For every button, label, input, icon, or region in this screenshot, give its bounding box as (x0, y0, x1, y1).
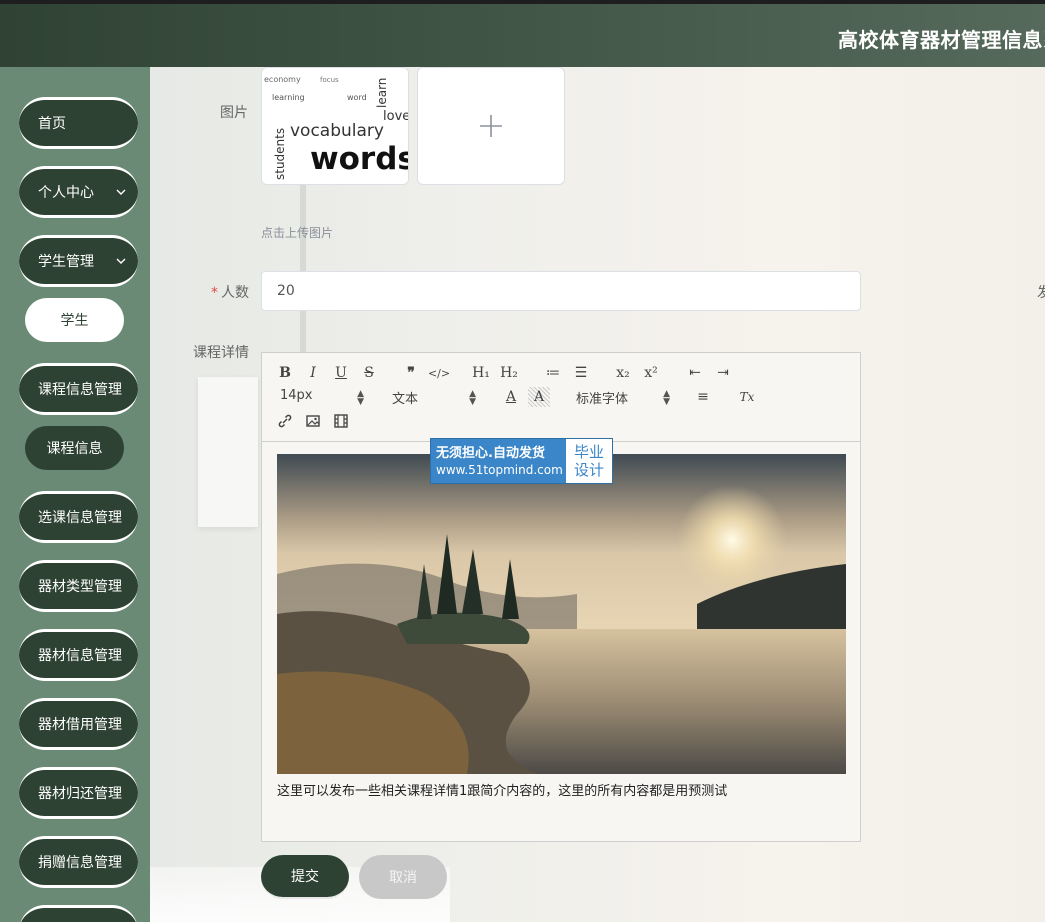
sidebar-item-course-selection[interactable]: 选课信息管理 (19, 491, 138, 543)
word-cloud-word: students (273, 128, 287, 180)
italic-button[interactable]: I (302, 363, 324, 383)
code-block-button[interactable]: </> (428, 363, 450, 383)
sidebar-item-personal-center[interactable]: 个人中心 (19, 166, 138, 218)
required-asterisk: * (211, 285, 218, 301)
sidebar-subitem-student[interactable]: 学生 (25, 298, 124, 342)
blockquote-button[interactable]: ❞ (400, 363, 422, 383)
background-lamp-shade (198, 377, 258, 527)
system-title: 高校体育器材管理信息系 (838, 28, 1045, 52)
watermark-badge-top: 毕业 (573, 443, 604, 461)
underline-button[interactable]: U (330, 363, 352, 383)
sidebar-item-label: 个人中心 (38, 185, 94, 201)
rich-text-editor: B I U S ❞ </> H₁ H₂ ≔ ☰ x₂ x² ⇤ ⇥ 14px ▲… (261, 352, 861, 842)
watermark-line2: www.51topmind.com (436, 463, 563, 477)
upload-tip: 点击上传图片 (261, 226, 334, 240)
link-button[interactable] (274, 411, 296, 431)
sidebar-item-equipment-type[interactable]: 器材类型管理 (19, 560, 138, 612)
sidebar-item-more[interactable] (19, 905, 138, 922)
font-size-select[interactable]: 14px ▲ ▼ (280, 388, 364, 408)
bold-button[interactable]: B (274, 363, 296, 383)
sidebar-item-label: 器材借用管理 (38, 717, 122, 733)
chevron-down-icon (116, 189, 126, 195)
sidebar-item-donation[interactable]: 捐赠信息管理 (19, 836, 138, 888)
sidebar-item-home[interactable]: 首页 (19, 97, 138, 149)
superscript-button[interactable]: x² (640, 363, 662, 383)
sidebar-item-equipment-borrow[interactable]: 器材借用管理 (19, 698, 138, 750)
sidebar-item-label: 器材信息管理 (38, 648, 122, 664)
editor-landscape-image[interactable] (277, 454, 846, 774)
watermark-line1: 无须担心.自动发货 (436, 446, 545, 461)
select-arrow-icon: ▲ ▼ (663, 389, 670, 407)
font-color-button[interactable]: A (500, 387, 522, 407)
chevron-down-icon (116, 258, 126, 264)
word-cloud-word: vocabulary (290, 121, 384, 141)
word-cloud-word: learn (375, 78, 389, 108)
font-family-select[interactable]: 标准字体 ▲ ▼ (576, 388, 670, 408)
sidebar-item-label: 捐赠信息管理 (38, 855, 122, 871)
ordered-list-button[interactable]: ≔ (542, 363, 564, 383)
people-input[interactable]: 20 (261, 271, 861, 311)
header-value: 文本 (392, 392, 419, 407)
image-button[interactable] (302, 411, 324, 431)
sidebar-item-label: 课程信息管理 (38, 382, 122, 398)
image-thumbnail[interactable]: economy focus learning word vocabulary w… (261, 67, 409, 185)
watermark-banner: 无须担心.自动发货 www.51topmind.com 毕业 设计 (430, 438, 613, 484)
editor-content-text: 这里可以发布一些相关课程详情1跟简介内容的，这里的所有内容都是用预测试 (277, 784, 728, 799)
sidebar-item-label: 选课信息管理 (38, 510, 122, 526)
font-family-value: 标准字体 (576, 392, 629, 407)
sidebar-item-label: 课程信息 (46, 441, 103, 457)
font-size-value: 14px (280, 388, 313, 403)
editor-toolbar: B I U S ❞ </> H₁ H₂ ≔ ☰ x₂ x² ⇤ ⇥ 14px ▲… (262, 353, 860, 442)
people-label-text: 人数 (221, 285, 249, 301)
word-cloud-word: economy (264, 75, 301, 84)
watermark-text: 无须担心.自动发货 www.51topmind.com (431, 439, 566, 483)
word-cloud-image: economy focus learning word vocabulary w… (262, 68, 409, 184)
video-icon (334, 414, 348, 428)
sidebar-item-equipment-info[interactable]: 器材信息管理 (19, 629, 138, 681)
video-button[interactable] (330, 411, 352, 431)
image-icon (306, 415, 320, 427)
plus-icon (480, 115, 502, 137)
sidebar-item-label: 器材类型管理 (38, 579, 122, 595)
word-cloud-word: love (383, 109, 409, 124)
sidebar-item-course-management[interactable]: 课程信息管理 (19, 363, 138, 415)
sidebar: 首页 个人中心 学生管理 学生 课程信息管理 课程信息 选课信息管理 器材类型管… (0, 67, 150, 922)
word-cloud-word: learning (272, 93, 305, 102)
sidebar-item-label: 器材归还管理 (38, 786, 122, 802)
image-upload-button[interactable] (417, 67, 565, 185)
bullet-list-button[interactable]: ☰ (570, 363, 592, 383)
sidebar-item-equipment-return[interactable]: 器材归还管理 (19, 767, 138, 819)
select-arrow-icon: ▲ ▼ (357, 389, 364, 407)
align-button[interactable]: ≡ (692, 387, 714, 407)
cut-off-label: 发 (1037, 285, 1045, 301)
select-arrow-icon: ▲ ▼ (469, 389, 476, 407)
subscript-button[interactable]: x₂ (612, 363, 634, 383)
outdent-button[interactable]: ⇤ (684, 363, 706, 383)
sidebar-item-label: 学生 (60, 313, 89, 329)
top-header: 高校体育器材管理信息系 (0, 0, 1045, 67)
lake-sunset-image (277, 454, 846, 774)
header2-button[interactable]: H₂ (498, 363, 520, 383)
sidebar-item-label: 学生管理 (38, 254, 94, 270)
course-details-label: 课程详情 (193, 345, 249, 361)
strike-button[interactable]: S (358, 363, 380, 383)
word-cloud-word: words (310, 141, 409, 177)
header-select[interactable]: 文本 ▲ ▼ (392, 388, 476, 408)
sidebar-subitem-course-info[interactable]: 课程信息 (25, 426, 124, 470)
cancel-button[interactable]: 取消 (359, 855, 447, 899)
link-icon (278, 414, 292, 428)
clean-format-button[interactable]: Tx (736, 387, 758, 407)
sidebar-item-student-management[interactable]: 学生管理 (19, 235, 138, 287)
background-color-button[interactable]: A (528, 387, 550, 407)
sidebar-item-label: 首页 (38, 116, 66, 132)
image-label: 图片 (220, 105, 248, 121)
submit-button[interactable]: 提交 (261, 855, 349, 899)
watermark-badge: 毕业 设计 (566, 439, 612, 483)
indent-button[interactable]: ⇥ (712, 363, 734, 383)
header1-button[interactable]: H₁ (470, 363, 492, 383)
word-cloud-word: word (347, 93, 367, 102)
watermark-badge-bottom: 设计 (573, 461, 604, 479)
word-cloud-word: focus (320, 76, 339, 84)
people-label: * 人数 (190, 282, 249, 302)
